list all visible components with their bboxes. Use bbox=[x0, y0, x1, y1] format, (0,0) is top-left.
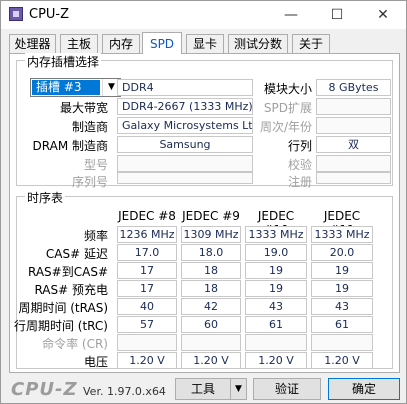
col-header-jedec-9: JEDEC #9 bbox=[182, 209, 240, 223]
cpu-z-logo: CPU-Z bbox=[11, 379, 78, 400]
module-size-value: 8 GBytes bbox=[316, 79, 391, 96]
timing-cell bbox=[245, 334, 307, 351]
timing-cell: 1.20 V bbox=[245, 352, 307, 369]
window-title: CPU-Z bbox=[29, 7, 70, 22]
correction-label: 校验 bbox=[287, 158, 312, 172]
slot-select-value: 插槽 #3 bbox=[32, 80, 100, 95]
timing-cell: 61 bbox=[245, 316, 307, 333]
dram-mfr-value: Samsung bbox=[117, 136, 253, 153]
module-size-label: 模块大小 bbox=[263, 82, 312, 96]
timing-cell: 17.0 bbox=[117, 244, 177, 261]
timing-cell: 60 bbox=[181, 316, 241, 333]
week-year-label: 周次/年份 bbox=[259, 120, 312, 134]
timing-cell: 1236 MHz bbox=[117, 226, 177, 243]
part-number-value bbox=[117, 155, 253, 172]
tools-button[interactable]: 工具 bbox=[175, 378, 231, 400]
version-label: Ver. 1.97.0.x64 bbox=[83, 385, 166, 398]
timing-cell: 1.20 V bbox=[117, 352, 177, 369]
timing-cell: 1.20 V bbox=[311, 352, 373, 369]
ok-button[interactable]: 确定 bbox=[328, 378, 400, 400]
timing-cell: 17 bbox=[117, 280, 177, 297]
timing-cell: 61 bbox=[311, 316, 373, 333]
spd-ext-label: SPD扩展 bbox=[263, 101, 312, 115]
timing-row-label: 行周期时间 (tRC) bbox=[13, 319, 108, 333]
timing-cell: 19 bbox=[245, 280, 307, 297]
validate-button[interactable]: 验证 bbox=[253, 378, 321, 400]
ranks-value: 双 bbox=[316, 136, 391, 153]
timing-row-label: 频率 bbox=[83, 229, 108, 243]
tab-spd[interactable]: SPD bbox=[142, 32, 182, 54]
timing-row-label: 命令率 (CR) bbox=[42, 337, 108, 351]
timing-row-label: RAS#到CAS# bbox=[28, 265, 108, 279]
tab-memory[interactable]: 内存 bbox=[102, 34, 140, 53]
minimize-button[interactable]: — bbox=[268, 1, 314, 29]
timing-cell: 19.0 bbox=[245, 244, 307, 261]
timing-row-label: 电压 bbox=[83, 355, 108, 369]
timing-cell: 19 bbox=[311, 262, 373, 279]
tools-dropdown-chevron-down-icon[interactable]: ▼ bbox=[230, 378, 247, 400]
cpu-z-app-icon bbox=[9, 7, 23, 21]
timing-cell: 43 bbox=[311, 298, 373, 315]
timing-cell: 57 bbox=[117, 316, 177, 333]
timing-cell bbox=[181, 334, 241, 351]
timing-cell: 1.20 V bbox=[181, 352, 241, 369]
spd-panel: 内存插槽选择 插槽 #3 ▼ DDR4 模块大小 8 GBytes 最大带宽 D… bbox=[9, 53, 400, 373]
slot-group: 内存插槽选择 插槽 #3 ▼ DDR4 模块大小 8 GBytes 最大带宽 D… bbox=[16, 53, 393, 189]
part-number-label: 型号 bbox=[83, 158, 108, 172]
max-bandwidth-label: 最大带宽 bbox=[59, 101, 108, 115]
col-header-jedec-8: JEDEC #8 bbox=[118, 209, 176, 223]
serial-value bbox=[117, 172, 253, 184]
timing-cell bbox=[117, 334, 177, 351]
timing-cell: 18 bbox=[181, 280, 241, 297]
mem-type-value: DDR4 bbox=[117, 79, 253, 96]
tab-processor[interactable]: 处理器 bbox=[9, 34, 56, 53]
timing-cell: 17 bbox=[117, 262, 177, 279]
maximize-button[interactable]: ☐ bbox=[314, 1, 360, 29]
timing-cell bbox=[311, 334, 373, 351]
manufacturer-value: Galaxy Microsystems Ltd. bbox=[117, 117, 253, 134]
tab-about[interactable]: 关于 bbox=[292, 34, 330, 53]
week-year-value bbox=[316, 117, 391, 134]
ranks-label: 行列 bbox=[287, 139, 312, 153]
timing-cell: 19 bbox=[245, 262, 307, 279]
timing-cell: 20.0 bbox=[311, 244, 373, 261]
timing-cell: 43 bbox=[245, 298, 307, 315]
title-bar: CPU-Z — ☐ ✕ bbox=[1, 1, 406, 29]
timing-cell: 1309 MHz bbox=[181, 226, 241, 243]
close-button[interactable]: ✕ bbox=[360, 1, 406, 29]
timing-cell: 1333 MHz bbox=[245, 226, 307, 243]
timings-group-legend: 时序表 bbox=[25, 189, 66, 206]
timing-cell: 40 bbox=[117, 298, 177, 315]
tab-graphics[interactable]: 显卡 bbox=[186, 34, 224, 53]
timing-cell: 18 bbox=[181, 262, 241, 279]
registered-value bbox=[316, 172, 391, 184]
tab-mainboard[interactable]: 主板 bbox=[60, 34, 98, 53]
timing-row-label: 周期时间 (tRAS) bbox=[18, 301, 108, 315]
timing-cell: 19 bbox=[311, 280, 373, 297]
timing-row-label: RAS# 预充电 bbox=[34, 283, 108, 297]
slot-select[interactable]: 插槽 #3 ▼ bbox=[30, 78, 121, 97]
timing-cell: 42 bbox=[181, 298, 241, 315]
max-bandwidth-value: DDR4-2667 (1333 MHz) bbox=[117, 98, 253, 115]
manufacturer-label: 制造商 bbox=[71, 120, 108, 134]
tab-bench[interactable]: 测试分数 bbox=[228, 34, 288, 53]
timing-cell: 18.0 bbox=[181, 244, 241, 261]
cpu-z-window: CPU-Z — ☐ ✕ 处理器 主板 内存 SPD 显卡 测试分数 关于 内存插… bbox=[0, 0, 407, 404]
timings-group: 时序表 JEDEC #8 JEDEC #9 JEDEC #10 JEDEC #1… bbox=[13, 189, 393, 369]
registered-label: 注册 bbox=[287, 175, 312, 189]
spd-ext-value bbox=[316, 98, 391, 115]
correction-value bbox=[316, 155, 391, 172]
timing-cell: 1333 MHz bbox=[311, 226, 373, 243]
slot-group-legend: 内存插槽选择 bbox=[25, 53, 102, 70]
timing-row-label: CAS# 延迟 bbox=[45, 247, 108, 261]
serial-label: 序列号 bbox=[71, 175, 108, 189]
dram-mfr-label: DRAM 制造商 bbox=[32, 139, 108, 153]
